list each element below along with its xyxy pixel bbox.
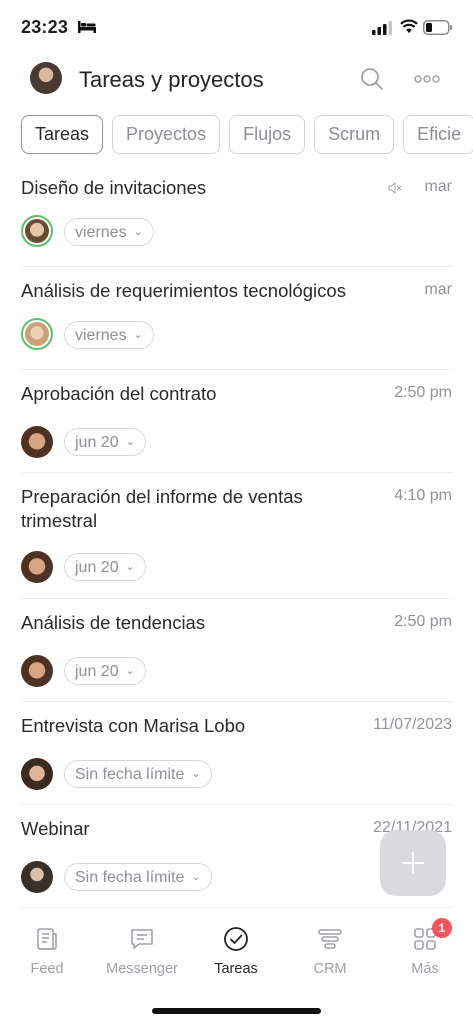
avatar [21,215,53,247]
bottom-nav: Feed Messenger Tareas CRM 1 Más [0,912,473,992]
user-avatar[interactable] [30,62,62,94]
tab-eficiencia[interactable]: Eficie [403,115,473,154]
chevron-down-icon: ⌄ [133,226,143,238]
task-title: Preparación del informe de ventas trimes… [21,486,303,531]
deadline-label: jun 20 [75,559,119,576]
avatar [21,655,53,687]
check-circle-icon [224,927,248,951]
nav-label: Más [411,961,439,977]
page-title: Tareas y proyectos [79,67,264,92]
deadline-label: Sin fecha límite [75,766,185,783]
search-icon[interactable] [360,67,384,91]
deadline-pill[interactable]: viernes ⌄ [64,321,154,349]
chevron-down-icon: ⌄ [125,436,135,448]
task-item[interactable]: Análisis de requerimientos tecnológicos … [21,267,452,370]
deadline-pill[interactable]: Sin fecha límite ⌄ [64,863,212,891]
task-time: 2:50 pm [394,613,452,630]
task-title: Aprobación del contrato [21,383,217,404]
task-title: Diseño de invitaciones [21,177,207,198]
nav-label: Tareas [214,961,258,977]
task-title: Entrevista con Marisa Lobo [21,715,246,736]
avatar [21,426,53,458]
nav-crm[interactable]: CRM [283,926,377,977]
deadline-pill[interactable]: jun 20 ⌄ [64,553,146,581]
feed-icon [37,928,57,950]
task-list: Diseño de invitaciones mar viernes ⌄ Anál… [0,164,473,908]
tab-tareas[interactable]: Tareas [21,115,104,154]
more-icon[interactable] [414,74,440,84]
deadline-pill[interactable]: viernes ⌄ [64,218,154,246]
mute-icon [388,182,402,194]
task-item[interactable]: Diseño de invitaciones mar viernes ⌄ [21,164,452,267]
deadline-pill[interactable]: Sin fecha límite ⌄ [64,760,212,788]
nav-feed[interactable]: Feed [0,926,94,977]
deadline-label: jun 20 [75,434,119,451]
deadline-label: viernes [75,327,127,344]
task-time: 4:10 pm [394,487,452,504]
deadline-pill[interactable]: jun 20 ⌄ [64,657,146,685]
status-bar: 23:23 [0,0,473,56]
task-title: Webinar [21,818,90,839]
avatar [21,318,53,350]
wifi-icon [400,19,418,33]
task-time: 11/07/2023 [373,716,452,733]
nav-label: CRM [313,961,347,977]
plus-icon [402,852,424,874]
signal-icon [372,21,392,35]
task-item[interactable]: Preparación del informe de ventas trimes… [21,473,452,599]
deadline-pill[interactable]: jun 20 ⌄ [64,428,146,456]
battery-icon [423,20,452,35]
task-time: mar [424,281,452,298]
avatar [21,551,53,583]
header: Tareas y proyectos [0,58,473,102]
task-item[interactable]: Entrevista con Marisa Lobo 11/07/2023 Si… [21,702,452,805]
nav-messenger[interactable]: Messenger [95,926,189,977]
nav-label: Messenger [106,961,178,977]
avatar [21,758,53,790]
nav-mas[interactable]: 1 Más [378,918,472,977]
crm-icon [318,929,342,949]
task-item[interactable]: Aprobación del contrato 2:50 pm jun 20 ⌄ [21,370,452,473]
task-item[interactable]: Análisis de tendencias 2:50 pm jun 20 ⌄ [21,599,452,702]
tab-bar: Tareas Proyectos Flujos Scrum Eficie [21,115,473,155]
bed-icon [78,21,96,33]
task-title: Análisis de tendencias [21,612,206,633]
deadline-label: Sin fecha límite [75,869,185,886]
chevron-down-icon: ⌄ [125,665,135,677]
task-title: Análisis de requerimientos tecnológicos [21,280,346,301]
deadline-label: viernes [75,224,127,241]
add-task-button[interactable] [380,830,446,896]
notification-badge: 1 [432,918,452,938]
nav-label: Feed [30,961,64,977]
tab-proyectos[interactable]: Proyectos [112,115,221,154]
status-time: 23:23 [21,17,69,37]
chevron-down-icon: ⌄ [191,871,201,883]
tab-flujos[interactable]: Flujos [229,115,306,154]
chevron-down-icon: ⌄ [125,561,135,573]
home-indicator [152,1008,321,1014]
task-time: mar [424,178,452,195]
messenger-icon [131,929,153,949]
avatar [21,861,53,893]
chevron-down-icon: ⌄ [133,329,143,341]
tab-scrum[interactable]: Scrum [314,115,395,154]
nav-tareas[interactable]: Tareas [189,926,283,977]
task-time: 2:50 pm [394,384,452,401]
deadline-label: jun 20 [75,663,119,680]
chevron-down-icon: ⌄ [191,768,201,780]
